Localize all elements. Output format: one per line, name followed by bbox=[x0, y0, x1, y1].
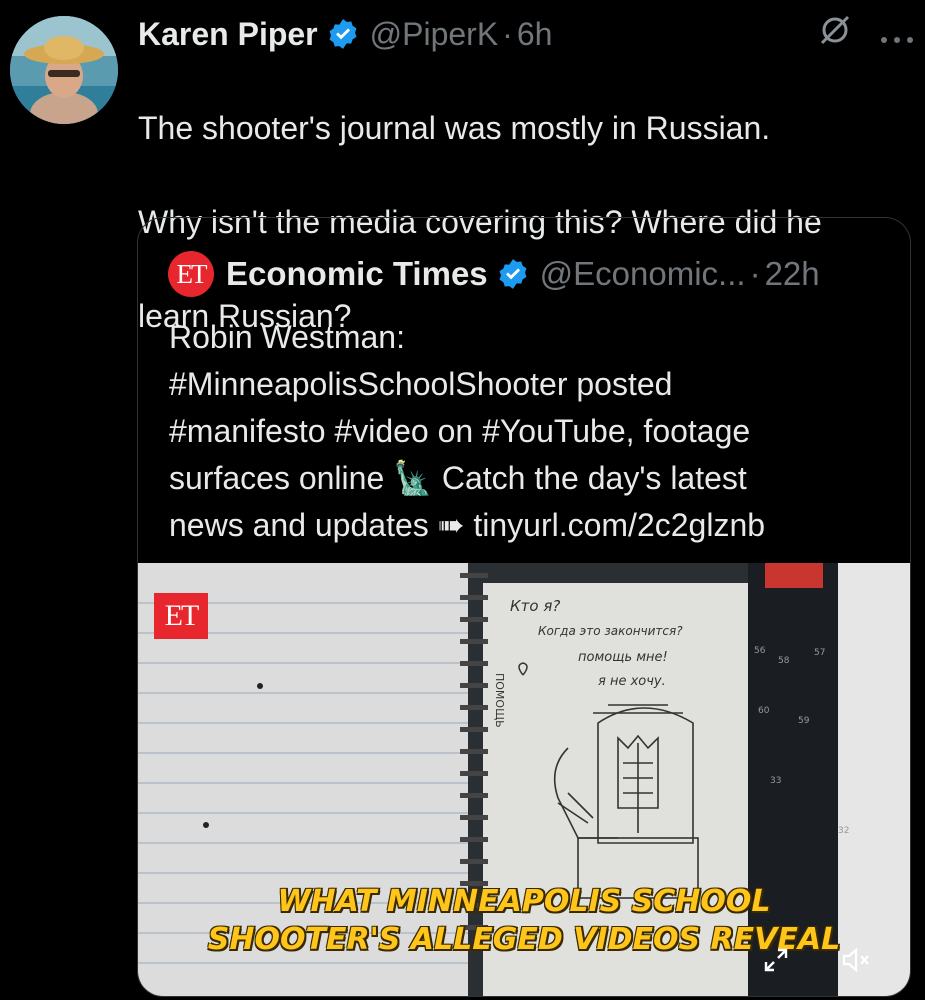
avatar[interactable] bbox=[10, 16, 118, 124]
volume-muted-icon[interactable] bbox=[834, 938, 878, 982]
verified-badge-icon bbox=[496, 257, 530, 291]
timestamp[interactable]: 6h bbox=[517, 16, 553, 53]
quoted-author-handle[interactable]: @Economic... bbox=[540, 255, 746, 293]
author-handle[interactable]: @PiperK bbox=[370, 16, 499, 53]
tweet-line: The shooter's journal was mostly in Russ… bbox=[138, 110, 771, 146]
journal-text: Кто я? bbox=[510, 597, 560, 615]
quoted-tweet[interactable]: ET Economic Times @Economic... · 22h Rob… bbox=[137, 217, 911, 997]
tweet[interactable]: Karen Piper @PiperK · 6h The shooter's j… bbox=[0, 0, 925, 1000]
separator-dot: · bbox=[749, 255, 761, 292]
video-player[interactable]: Кто я? Когда это закончится? помощь мне!… bbox=[138, 563, 910, 996]
svg-text:59: 59 bbox=[798, 716, 810, 726]
author-name[interactable]: Karen Piper bbox=[138, 16, 318, 53]
quoted-text: Robin Westman: #MinneapolisSchoolShooter… bbox=[169, 314, 899, 549]
expand-icon[interactable] bbox=[754, 938, 798, 982]
caption-line: WHAT MINNEAPOLIS SCHOOL bbox=[277, 884, 771, 919]
quoted-line: Robin Westman: bbox=[169, 319, 405, 355]
svg-text:60: 60 bbox=[758, 706, 770, 716]
journal-text: я не хочу. bbox=[598, 674, 666, 689]
journal-text: помощь мне! bbox=[578, 650, 668, 665]
header-actions bbox=[817, 12, 915, 56]
quoted-line: surfaces online 🗽 Catch the day's latest bbox=[169, 460, 747, 496]
quoted-line: #manifesto #video on #YouTube, footage bbox=[169, 413, 751, 449]
avatar-image bbox=[10, 16, 118, 124]
svg-text:57: 57 bbox=[814, 648, 825, 658]
journal-text: Когда это закончится? bbox=[538, 624, 683, 638]
svg-text:33: 33 bbox=[770, 776, 781, 786]
quoted-line: #MinneapolisSchoolShooter posted bbox=[169, 366, 673, 402]
svg-text:32: 32 bbox=[838, 826, 849, 836]
grok-icon[interactable] bbox=[817, 12, 853, 56]
verified-badge-icon bbox=[326, 17, 360, 51]
separator-dot: · bbox=[502, 15, 513, 52]
et-watermark: ET bbox=[154, 593, 208, 639]
journal-side-text: ПОМОЩЬ bbox=[493, 673, 506, 728]
svg-text:58: 58 bbox=[778, 656, 790, 666]
quoted-line[interactable]: news and updates ➠ tinyurl.com/2c2glznb bbox=[169, 502, 899, 549]
quoted-author-name[interactable]: Economic Times bbox=[226, 255, 488, 293]
svg-text:56: 56 bbox=[754, 646, 766, 656]
tweet-header: Karen Piper @PiperK · 6h bbox=[138, 12, 915, 56]
more-icon[interactable] bbox=[879, 16, 915, 53]
quoted-timestamp[interactable]: 22h bbox=[765, 255, 820, 293]
quoted-avatar[interactable]: ET bbox=[168, 251, 214, 297]
quoted-header: ET Economic Times @Economic... · 22h bbox=[168, 250, 890, 298]
